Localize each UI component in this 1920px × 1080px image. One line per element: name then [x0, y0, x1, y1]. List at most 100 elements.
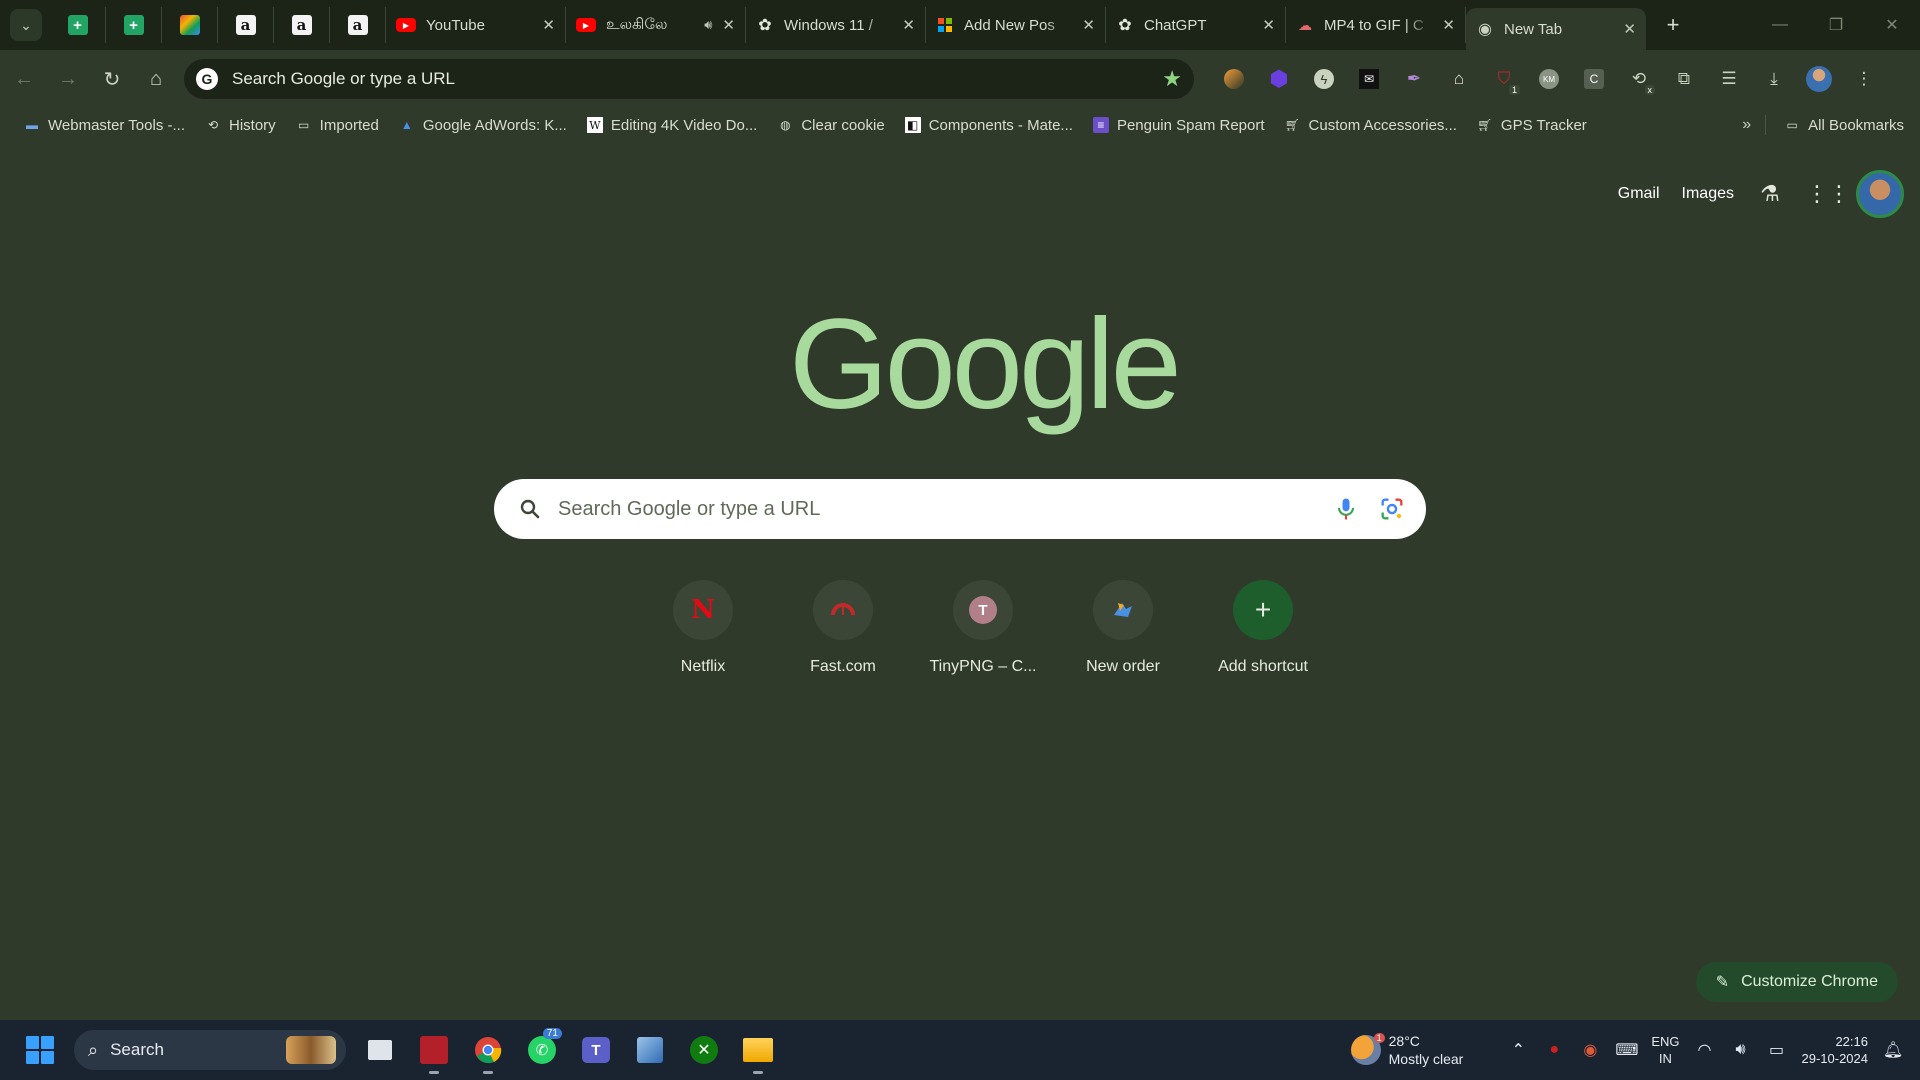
- shortcut-fast-com[interactable]: Fast.com: [773, 580, 913, 692]
- taskbar-app-game[interactable]: [414, 1030, 454, 1074]
- extension-c-button[interactable]: C: [1578, 63, 1610, 95]
- taskbar-app-chrome[interactable]: [468, 1030, 508, 1074]
- all-bookmarks-button[interactable]: ▭ All Bookmarks: [1774, 110, 1914, 140]
- shortcut-new-order[interactable]: New order: [1053, 580, 1193, 692]
- downloads-button[interactable]: ⤓: [1758, 63, 1790, 95]
- home-button[interactable]: ⌂: [136, 59, 176, 99]
- extension-bolt-button[interactable]: ϟ: [1308, 63, 1340, 95]
- close-icon[interactable]: ✕: [1082, 16, 1095, 34]
- close-icon[interactable]: ✕: [722, 16, 735, 34]
- bookmark-components[interactable]: ◧ Components - Mate...: [895, 110, 1083, 140]
- tab-mp4-to-gif[interactable]: ☁ MP4 to GIF | C ✕: [1286, 7, 1466, 43]
- wifi-icon[interactable]: ◠: [1694, 1040, 1716, 1060]
- minimize-button[interactable]: —: [1752, 0, 1808, 50]
- chrome-icon: ◉: [1478, 21, 1492, 38]
- add-shortcut-button[interactable]: + Add shortcut: [1193, 580, 1333, 692]
- taskbar-app-whatsapp[interactable]: ✆ 71: [522, 1028, 562, 1070]
- extension-feather-button[interactable]: ✒: [1398, 63, 1430, 95]
- tab-add-new-post[interactable]: Add New Pos ✕: [926, 7, 1106, 43]
- close-icon: ✕: [1885, 17, 1899, 34]
- extension-purple-button[interactable]: ⬢: [1263, 63, 1295, 95]
- tab-new-tab[interactable]: ◉ New Tab ✕: [1466, 8, 1646, 50]
- tab-search-button[interactable]: ⌄: [10, 9, 42, 41]
- clock[interactable]: 22:16 29-10-2024: [1802, 1033, 1869, 1067]
- tab-windows11[interactable]: ✿ Windows 11 / ✕: [746, 7, 926, 43]
- ntp-search-box[interactable]: Search Google or type a URL: [494, 479, 1426, 539]
- extension-mail-button[interactable]: ✉: [1353, 63, 1385, 95]
- language-indicator[interactable]: ENG IN: [1651, 1033, 1679, 1067]
- volume-icon[interactable]: 🔊︎: [1730, 1041, 1752, 1059]
- bookmark-editing-4k[interactable]: W Editing 4K Video Do...: [577, 110, 767, 140]
- close-icon[interactable]: ✕: [1623, 20, 1636, 38]
- tab-strip: ⌄ + + a a a ▶ YouTube ✕ ▶ உலகிலே 🔊︎ ✕ ✿ …: [0, 0, 1920, 50]
- reading-list-button[interactable]: ☰: [1713, 63, 1745, 95]
- extension-orange-button[interactable]: [1218, 63, 1250, 95]
- close-icon[interactable]: ✕: [1262, 16, 1275, 34]
- tab-chatgpt[interactable]: ✿ ChatGPT ✕: [1106, 7, 1286, 43]
- pinned-tab-6[interactable]: a: [330, 7, 386, 43]
- taskbar-app-file-explorer[interactable]: [738, 1030, 778, 1074]
- bookmark-webmaster-tools[interactable]: ▬ Webmaster Tools -...: [14, 110, 195, 140]
- extension-house-button[interactable]: ⌂: [1443, 63, 1475, 95]
- chrome-menu-button[interactable]: ⋮: [1848, 63, 1880, 95]
- reload-button[interactable]: ↻: [92, 59, 132, 99]
- taskbar-app-xbox[interactable]: ✕: [684, 1030, 724, 1070]
- address-bar[interactable]: G Search Google or type a URL ★: [184, 59, 1194, 99]
- images-link[interactable]: Images: [1682, 185, 1734, 203]
- battery-icon[interactable]: ▭: [1766, 1040, 1788, 1060]
- start-button[interactable]: [20, 1030, 60, 1070]
- microphone-icon[interactable]: [1332, 495, 1360, 523]
- speaker-icon[interactable]: 🔊︎: [704, 17, 712, 33]
- labs-flask-icon[interactable]: ⚗: [1756, 181, 1784, 207]
- pinned-tab-1[interactable]: +: [50, 7, 106, 43]
- close-icon[interactable]: ✕: [542, 16, 555, 34]
- bookmark-star-icon[interactable]: ★: [1162, 66, 1182, 92]
- weather-widget[interactable]: 1 28°C Mostly clear: [1350, 1032, 1463, 1068]
- notifications-icon[interactable]: 🔔︎: [1882, 1040, 1904, 1060]
- customize-chrome-button[interactable]: ✎ Customize Chrome: [1695, 962, 1898, 1002]
- new-tab-button[interactable]: +: [1658, 10, 1688, 40]
- bookmark-gps-tracker[interactable]: 🛒︎ GPS Tracker: [1467, 110, 1597, 140]
- task-view-button[interactable]: [360, 1030, 400, 1070]
- restore-button[interactable]: ❐: [1808, 0, 1864, 50]
- taskbar-search[interactable]: ⌕ Search: [74, 1030, 346, 1070]
- pinned-tab-3[interactable]: [162, 7, 218, 43]
- bookmark-imported[interactable]: ▭ Imported: [286, 110, 389, 140]
- extension-km-button[interactable]: KM: [1533, 63, 1565, 95]
- shortcut-netflix[interactable]: N Netflix: [633, 580, 773, 692]
- account-avatar[interactable]: [1856, 170, 1904, 218]
- apps-grid-icon[interactable]: ⋮⋮⋮: [1806, 181, 1872, 207]
- pinned-tab-5[interactable]: a: [274, 7, 330, 43]
- shortcut-tinypng[interactable]: T TinyPNG – C...: [913, 580, 1053, 692]
- gmail-link[interactable]: Gmail: [1618, 185, 1660, 203]
- back-button[interactable]: ←: [4, 59, 44, 99]
- extensions-menu-button[interactable]: ⧉: [1668, 63, 1700, 95]
- search-input[interactable]: Search Google or type a URL: [558, 498, 1314, 521]
- bookmark-google-adwords[interactable]: ▲ Google AdWords: K...: [389, 110, 577, 140]
- bookmark-label: Editing 4K Video Do...: [610, 116, 758, 134]
- taskbar-app-explorer-tool[interactable]: [630, 1030, 670, 1070]
- wordpress-grid-icon: [936, 16, 954, 34]
- close-icon[interactable]: ✕: [1442, 16, 1455, 34]
- chevron-up-icon[interactable]: ⌃: [1507, 1040, 1529, 1060]
- taskbar-app-teams[interactable]: T: [576, 1030, 616, 1070]
- chrome-tray-icon[interactable]: ◉: [1579, 1040, 1601, 1060]
- bookmark-penguin-spam[interactable]: ≡ Penguin Spam Report: [1083, 110, 1275, 140]
- tab-youtube-audio[interactable]: ▶ உலகிலே 🔊︎ ✕: [566, 7, 746, 43]
- pinned-tab-2[interactable]: +: [106, 7, 162, 43]
- extension-ublock-button[interactable]: ⛉ 1: [1488, 63, 1520, 95]
- chevron-double-right-icon[interactable]: »: [1742, 116, 1751, 134]
- bookmark-clear-cookie[interactable]: ◍ Clear cookie: [767, 110, 894, 140]
- pinned-tab-4[interactable]: a: [218, 7, 274, 43]
- record-icon[interactable]: ●: [1543, 1041, 1565, 1059]
- bookmark-custom-accessories[interactable]: 🛒︎ Custom Accessories...: [1275, 110, 1467, 140]
- extension-sync-button[interactable]: ⟲ x: [1623, 63, 1655, 95]
- close-icon[interactable]: ✕: [902, 16, 915, 34]
- google-lens-icon[interactable]: [1378, 495, 1406, 523]
- bookmark-history[interactable]: ⟲ History: [195, 110, 286, 140]
- tab-youtube[interactable]: ▶ YouTube ✕: [386, 7, 566, 43]
- close-window-button[interactable]: ✕: [1864, 0, 1920, 50]
- forward-button[interactable]: →: [48, 59, 88, 99]
- profile-button[interactable]: [1803, 63, 1835, 95]
- keyboard-icon[interactable]: ⌨: [1615, 1040, 1638, 1060]
